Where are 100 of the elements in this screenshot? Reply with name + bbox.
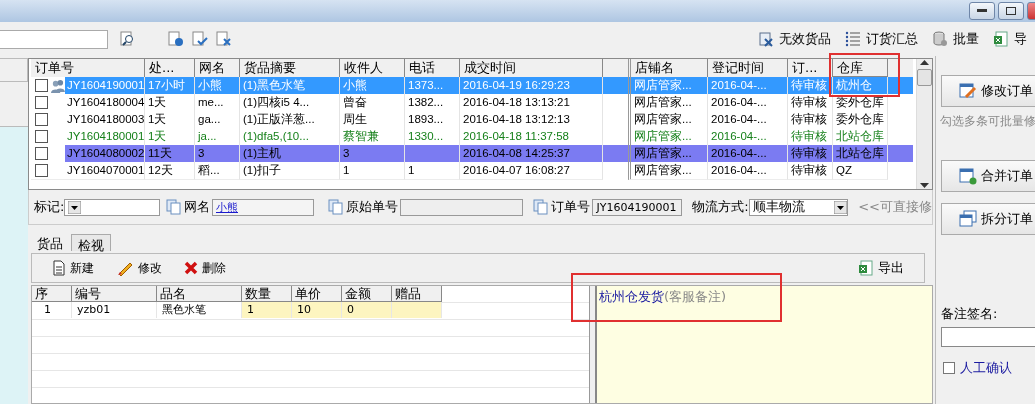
table-cell: 曾奋	[343, 96, 367, 108]
order-number-field[interactable]: JY1604190001	[592, 198, 683, 216]
checkbox[interactable]	[943, 362, 955, 374]
scroll-up-icon[interactable]	[920, 59, 929, 65]
field-label: 原始单号	[345, 198, 398, 216]
database-gear-icon	[932, 31, 948, 47]
table-cell: 杭州仓	[836, 79, 872, 91]
table-cell: 蔡智兼	[343, 130, 379, 142]
table-cell: 2016-04-...	[711, 164, 767, 176]
side-button[interactable]: 拆分订单	[941, 203, 1035, 235]
row-checkbox[interactable]	[35, 164, 48, 177]
buyer-link[interactable]: 小熊	[216, 200, 238, 214]
column-header[interactable]: 编号	[72, 286, 157, 302]
buyer-field[interactable]: 小熊	[212, 198, 314, 216]
toolbar-button[interactable]: 批量	[932, 30, 979, 48]
column-header[interactable]: 序	[32, 286, 72, 302]
table-cell: 北站仓库	[836, 130, 884, 142]
order-row[interactable]: JY1604080002 11天 3 (1)主机 3 2016-04-08 14:25:37 网店管家... 2016-04-... 待审核 北站仓库	[31, 145, 913, 162]
table-cell: 2016-04-07 16:08:27	[463, 164, 570, 176]
tab[interactable]: 检视	[71, 234, 111, 251]
table-cell: 网店管家...	[634, 147, 692, 159]
table-cell: 11天	[148, 147, 172, 159]
scroll-down-icon[interactable]	[920, 183, 929, 189]
maximize-button[interactable]	[998, 2, 1024, 20]
table-cell: yzb01	[72, 302, 157, 318]
table-cell: 2016-04-19 16:29:23	[463, 79, 570, 91]
window-pencil-icon	[959, 82, 977, 100]
document-x-icon[interactable]	[216, 31, 232, 47]
table-cell: 3	[343, 147, 350, 159]
table-cell-text: JY1604180001	[67, 129, 145, 144]
toolbar-button[interactable]: 导	[993, 30, 1027, 48]
toolbar-button[interactable]: 无效货品	[758, 30, 831, 48]
table-cell: (1)dfa5,(10...	[243, 130, 309, 142]
table-cell-text: JY1604080002	[67, 146, 145, 161]
table-cell: 10	[292, 302, 342, 318]
table-cell: 2016-04-...	[711, 147, 767, 159]
toolbar-button[interactable]: 修改	[116, 259, 162, 277]
table-cell-text: JY1604180003	[67, 112, 145, 127]
table-cell: QZ	[836, 164, 852, 176]
toolbar-button[interactable]: 订货汇总	[845, 30, 918, 48]
pencil-icon	[116, 260, 134, 276]
hint-text: <<可直接修	[858, 198, 932, 216]
row-checkbox[interactable]	[35, 113, 48, 126]
note-area[interactable]: 杭州仓发货(客服备注)	[595, 286, 932, 403]
table-cell-text: JY1604190001	[67, 78, 145, 93]
document-check-icon[interactable]	[192, 31, 208, 47]
note-text: 杭州仓发货(客服备注)	[599, 289, 727, 304]
side-button[interactable]: 修改订单	[941, 75, 1035, 107]
row-checkbox[interactable]	[35, 130, 48, 143]
side-button[interactable]: 合并订单	[941, 160, 1035, 192]
table-cell: 1天	[148, 96, 167, 108]
document-icon	[52, 260, 66, 276]
table-cell: ja...	[198, 130, 217, 142]
table-cell: (1)四核i5 4...	[243, 96, 310, 108]
document-globe-icon[interactable]	[168, 31, 184, 47]
column-header[interactable]: 单价	[292, 286, 342, 302]
column-header[interactable]: 品名	[157, 286, 242, 302]
table-cell: 网店管家...	[634, 79, 692, 91]
row-checkbox[interactable]	[35, 79, 48, 92]
table-cell: 1	[32, 302, 72, 318]
signature-field[interactable]	[941, 327, 1035, 347]
table-cell: 周生	[343, 113, 367, 125]
field-label: 备注签名:	[941, 305, 999, 323]
table-cell: 待审核	[791, 147, 827, 159]
search-icon[interactable]	[120, 31, 136, 47]
table-cell-text: JY1604070001	[67, 163, 145, 178]
table-cell: 1	[242, 302, 292, 318]
table-cell: 0	[342, 302, 392, 318]
window-plus-icon	[959, 167, 977, 185]
toolbar-button[interactable]: 删除	[184, 259, 226, 277]
column-header[interactable]: 金额	[342, 286, 392, 302]
table-cell: 委外仓库	[836, 113, 884, 125]
table-cell: 待审核	[791, 96, 827, 108]
table-cell: 1330...	[408, 130, 444, 142]
table-cell: (1)主机	[243, 147, 282, 159]
windows-icon	[959, 210, 977, 228]
column-header[interactable]: 数量	[242, 286, 292, 302]
source-order-field[interactable]	[399, 198, 524, 216]
minimize-button[interactable]	[969, 2, 995, 20]
dropdown[interactable]: 顺丰物流	[748, 198, 849, 216]
table-cell: 稻...	[198, 164, 220, 176]
table-cell: 小熊	[198, 79, 222, 91]
scroll-thumb[interactable]	[917, 69, 932, 86]
row-checkbox[interactable]	[35, 96, 48, 109]
table-cell: 3	[198, 147, 205, 159]
row-checkbox[interactable]	[35, 147, 48, 160]
vertical-scrollbar[interactable]	[916, 59, 932, 189]
field-label: 物流方式:	[692, 198, 749, 216]
table-cell: 1天	[148, 113, 167, 125]
list-icon	[845, 31, 861, 47]
dropdown[interactable]	[64, 198, 160, 216]
table-cell: 网店管家...	[634, 130, 692, 142]
table-cell: me...	[198, 96, 224, 108]
export-button[interactable]: 导出	[858, 259, 904, 277]
checkbox-label[interactable]: 人工确认	[960, 359, 1012, 377]
search-field[interactable]	[0, 29, 108, 49]
toolbar-button[interactable]: 新建	[52, 259, 94, 277]
column-header[interactable]: 赠品	[392, 286, 442, 302]
table-cell: 1	[343, 164, 350, 176]
table-cell: 2016-04-...	[711, 79, 767, 91]
